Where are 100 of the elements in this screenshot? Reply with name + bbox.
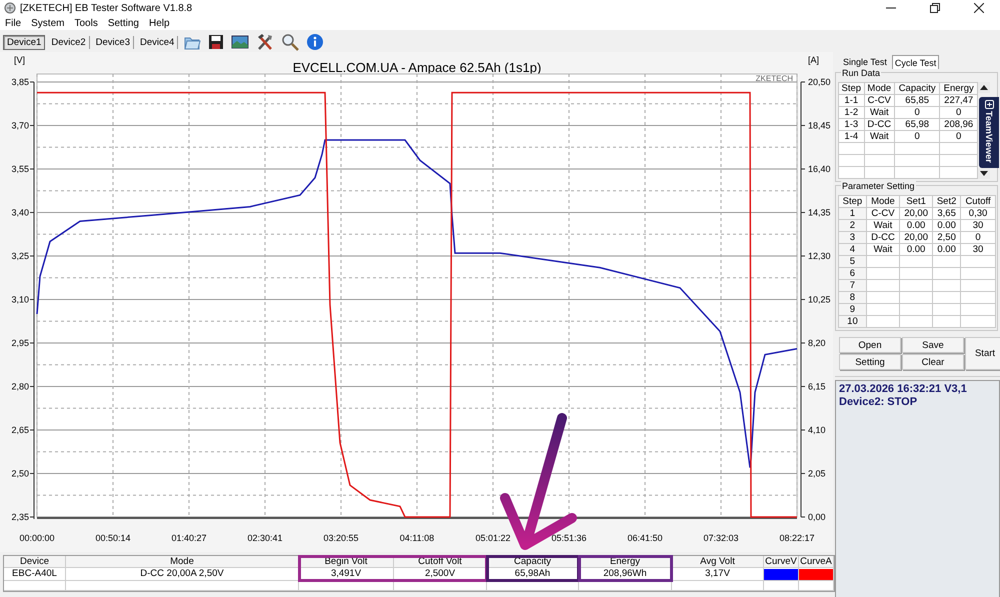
axis-tick-label: 18,45 (808, 120, 831, 130)
scroll-up-icon[interactable] (978, 82, 990, 93)
table-cell: 5 (838, 256, 866, 268)
axis-tick-label: 08:22:17 (779, 533, 815, 543)
axis-tick-label: 00:00:00 (19, 533, 55, 543)
column-header: Mode (66, 556, 299, 568)
table-cell: 9 (838, 304, 866, 316)
table-cell: Wait (866, 244, 900, 256)
axis-tick-label: 05:51:36 (551, 533, 587, 543)
table-cell: 0 (894, 106, 940, 118)
table-cell: 1-2 (838, 106, 864, 118)
table-cell: 208,96Wh (579, 568, 672, 581)
axis-tick-label: 2,35 (11, 512, 29, 522)
save-icon[interactable] (208, 34, 224, 50)
scroll-down-icon[interactable] (978, 168, 990, 179)
axis-tick-label: 3,55 (11, 164, 29, 174)
column-header: Device (4, 556, 66, 568)
table-cell: 0.00 (900, 220, 933, 232)
column-header: Avg Volt (672, 556, 764, 568)
table-cell: 3,65 (932, 208, 961, 220)
table-cell: 3,17V (672, 568, 764, 581)
menu-item[interactable]: Setting (108, 18, 139, 28)
table-cell: C-CV (866, 208, 900, 220)
table-cell: 0.00 (932, 220, 961, 232)
table-cell: 30 (960, 220, 996, 232)
brand-label: ZKETECH (756, 74, 793, 83)
axis-tick-label: 3,70 (11, 120, 29, 130)
table-cell: 0 (940, 130, 978, 142)
table-cell: 6 (838, 268, 866, 280)
column-header: Cutoff (960, 196, 996, 208)
group-title: Parameter Setting (841, 181, 916, 191)
action-button[interactable]: Start (965, 337, 1000, 370)
table-cell: EBC-A40L (4, 568, 66, 581)
image-icon[interactable] (231, 34, 250, 50)
table-cell: 4 (838, 244, 866, 256)
table-cell: 0,30 (960, 208, 996, 220)
axis-tick-label: 14,35 (808, 208, 831, 218)
menu-item[interactable]: Tools (74, 18, 98, 28)
action-button[interactable]: Open (839, 337, 901, 353)
table-cell: Wait (864, 106, 894, 118)
axis-tick-label: 05:01:22 (475, 533, 511, 543)
axis-unit-label: [V] (14, 55, 26, 65)
panel-tab[interactable]: Cycle Test (892, 55, 940, 69)
table-cell: 0.00 (900, 244, 933, 256)
axis-tick-label: 3,85 (11, 77, 29, 87)
axis-unit-label: [A] (808, 55, 820, 65)
table-cell: 1 (838, 208, 866, 220)
table-cell: 10 (838, 316, 866, 328)
axis-tick-label: 2,65 (11, 425, 29, 435)
restore-icon[interactable] (930, 3, 940, 13)
table-cell: D-CC (866, 232, 900, 244)
axis-tick-label: 3,40 (11, 208, 29, 218)
side-tab[interactable]: TeamViewer (979, 97, 999, 168)
column-header: Set1 (900, 196, 933, 208)
axis-tick-label: 3,10 (11, 294, 29, 304)
axis-tick-label: 2,80 (11, 382, 29, 392)
table-cell: 3,491V (299, 568, 394, 581)
app-icon (4, 2, 16, 14)
tools-icon[interactable] (256, 33, 274, 51)
action-button[interactable]: Setting (839, 354, 901, 370)
menu-item[interactable]: Help (148, 18, 170, 28)
close-icon[interactable] (974, 3, 984, 13)
axis-tick-label: 20,50 (808, 77, 831, 87)
action-button[interactable]: Save (902, 337, 964, 353)
axis-tick-label: 10,25 (808, 294, 831, 304)
table-cell: 1-4 (838, 130, 864, 142)
table-cell: 227,47 (940, 94, 978, 106)
table-cell: 8 (838, 292, 866, 304)
device-tab[interactable]: Device1 (3, 34, 46, 50)
axis-tick-label: 0,00 (808, 512, 826, 522)
search-icon[interactable] (281, 33, 300, 51)
column-header: Capacity (894, 82, 940, 94)
device-tab[interactable]: Device3 (92, 36, 134, 48)
device-tab[interactable]: Device2 (48, 36, 90, 48)
column-header: Mode (866, 196, 900, 208)
column-header: CurveV (764, 556, 799, 568)
column-header: Set2 (932, 196, 961, 208)
status-text: Device2: STOP (839, 396, 918, 409)
table-cell: 2,50 (932, 232, 961, 244)
table-cell: C-CV (864, 94, 894, 106)
axis-tick-label: 01:40:27 (171, 533, 207, 543)
menu-item[interactable]: System (31, 18, 64, 28)
table-cell: 0.00 (932, 244, 961, 256)
device-tab[interactable]: Device4 (136, 36, 178, 48)
action-button[interactable]: Clear (902, 354, 964, 370)
table-cell: 0 (960, 232, 996, 244)
column-header: Mode (864, 82, 894, 94)
column-header: Step (838, 82, 864, 94)
window-title: [ZKETECH] EB Tester Software V1.8.8 (20, 2, 192, 14)
table-cell: 1-1 (838, 94, 864, 106)
column-header: CurveA (799, 556, 834, 568)
info-icon[interactable] (306, 33, 324, 51)
table-cell: 0 (894, 130, 940, 142)
axis-tick-label: 3,25 (11, 251, 29, 261)
table-cell: 1-3 (838, 118, 864, 130)
table-cell: 65,98 (894, 118, 940, 130)
table-cell: 30 (960, 244, 996, 256)
menu-item[interactable]: File (5, 18, 22, 28)
empty-cell (4, 581, 66, 591)
axis-tick-label: 4,10 (808, 425, 826, 435)
